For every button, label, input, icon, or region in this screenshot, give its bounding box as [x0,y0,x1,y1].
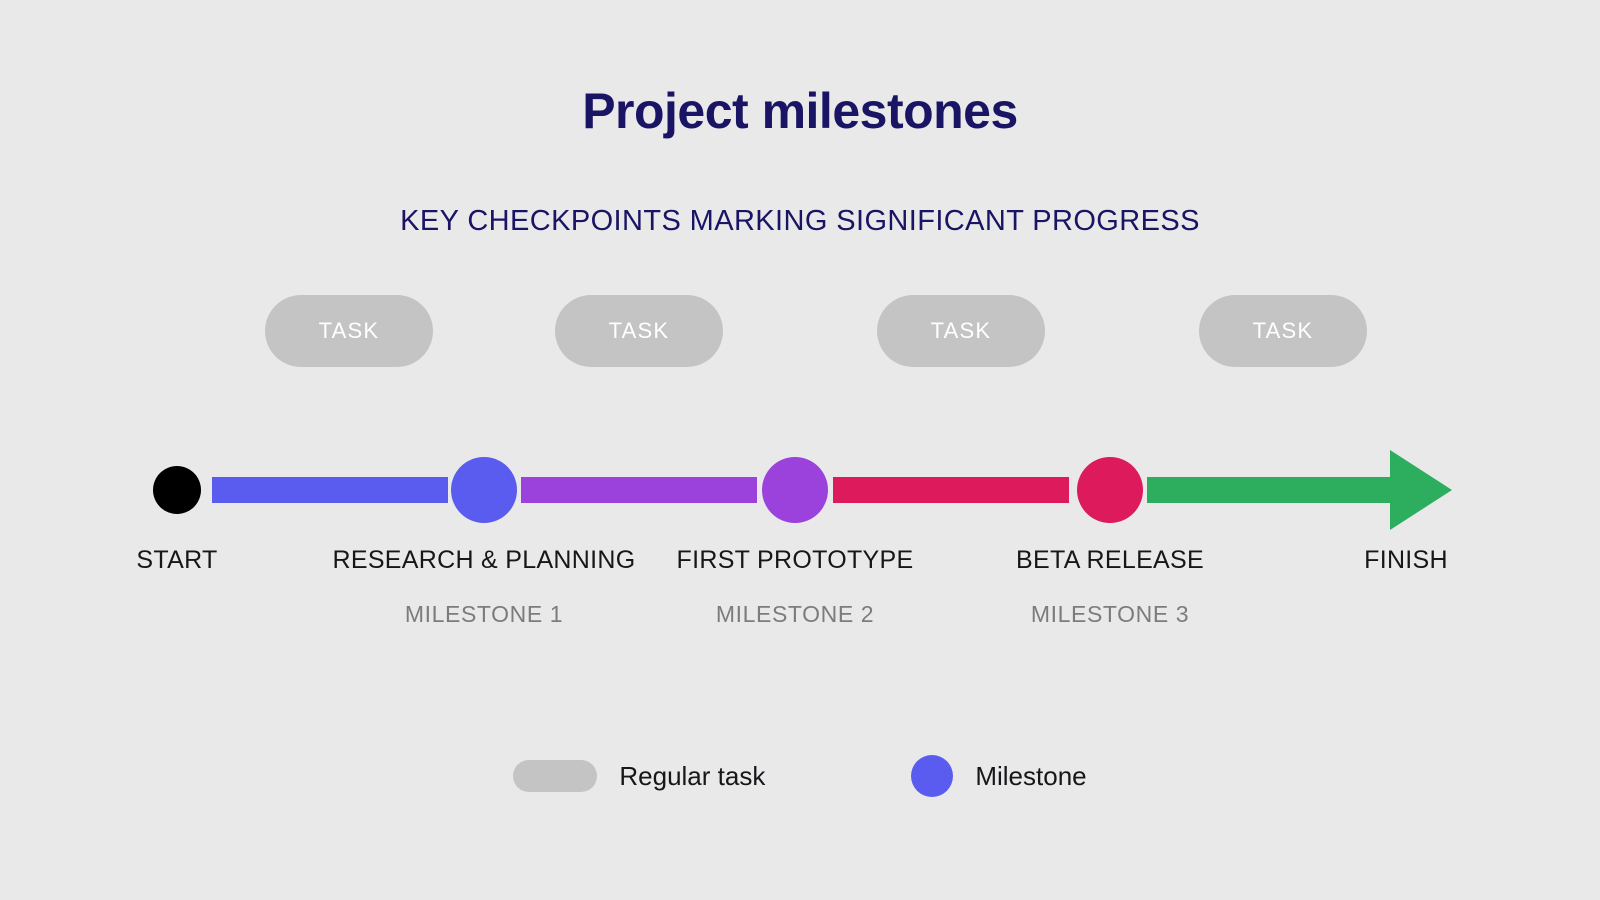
timeline-segment [521,477,757,503]
timeline-milestone-label: RESEARCH & PLANNING [332,546,636,574]
timeline-milestone-sublabel: MILESTONE 3 [1030,601,1190,627]
legend-item-label: Regular task [619,760,766,791]
timeline-start-node[interactable] [153,466,201,514]
timeline-segment [833,477,1069,503]
timeline-milestone-node[interactable] [762,457,828,523]
timeline-milestone-sublabel: MILESTONE 2 [715,601,875,627]
timeline-segment [212,477,448,503]
timeline-infographic: Project milestones KEY CHECKPOINTS MARKI… [0,0,1600,900]
timeline-milestone-label: BETA RELEASE [1016,546,1204,574]
timeline-start-label: START [136,546,218,574]
legend-item-label: Milestone [975,760,1087,791]
legend-item-milestone[interactable]: Milestone [911,755,1087,797]
timeline-segment [1147,477,1390,503]
milestone-swatch-icon [911,755,954,797]
legend: Regular task Milestone [0,755,1600,797]
timeline-milestone-sublabel: MILESTONE 1 [404,601,564,627]
timeline-milestone-label: FIRST PROTOTYPE [676,546,914,574]
timeline-milestone-node[interactable] [451,457,517,523]
timeline-finish-arrow-icon [1390,450,1452,530]
legend-item-regular-task[interactable]: Regular task [513,760,765,792]
timeline-milestone-node[interactable] [1077,457,1143,523]
regular-task-swatch-icon [513,760,598,792]
timeline-finish-label: FINISH [1364,546,1448,574]
